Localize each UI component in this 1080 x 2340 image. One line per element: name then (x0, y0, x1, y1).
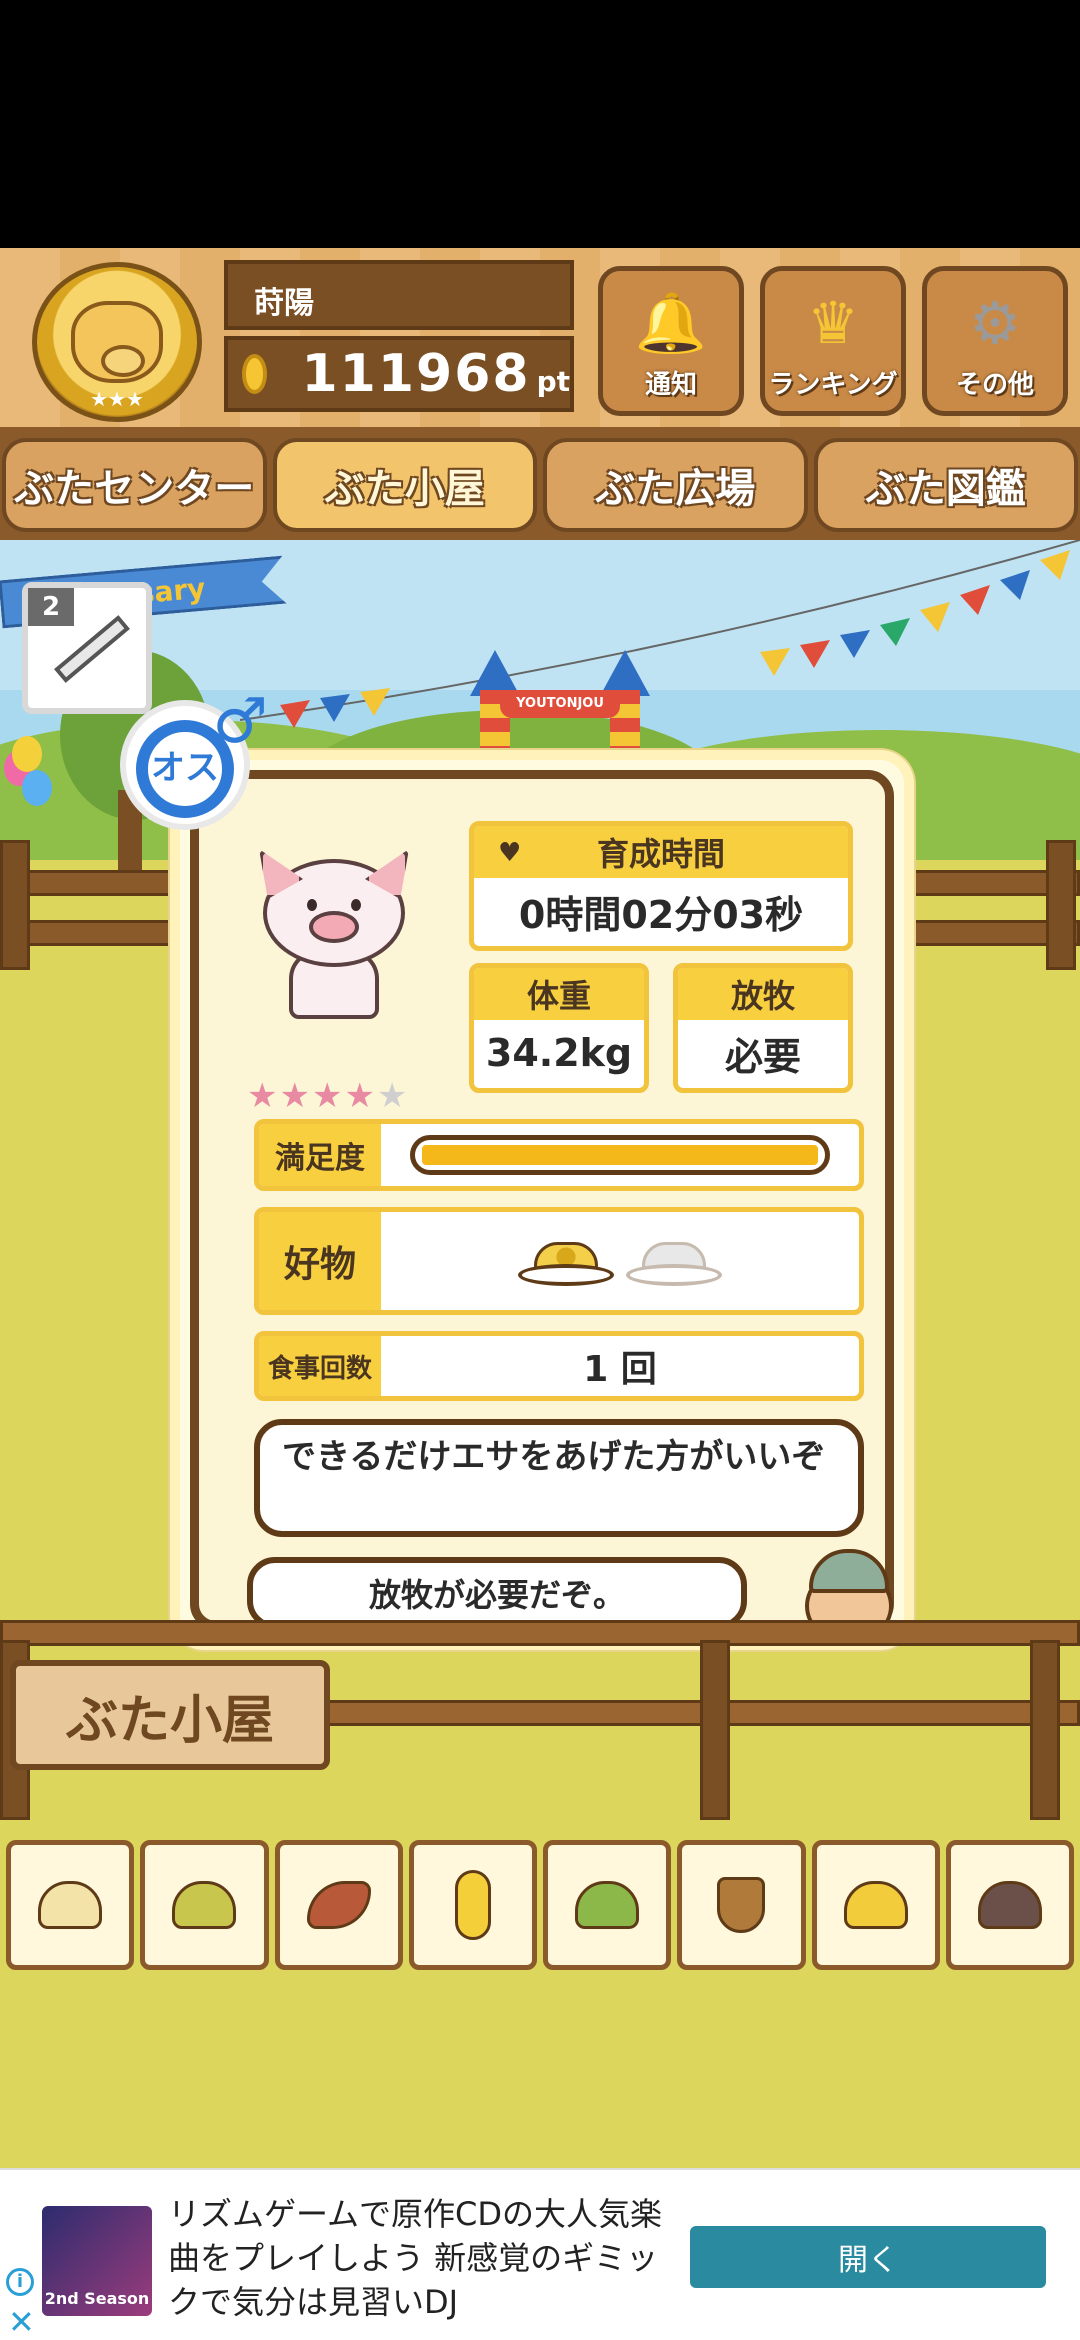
notification-button[interactable]: 🔔 通知 (598, 266, 744, 416)
header-bar: ★★★ 莳陽 111968 pt 🔔 通知 ♛ ランキング ⚙ その他 (0, 248, 1080, 433)
farm-scene: YOUTONJOU ...ersary 2 ★★★★★ (0, 540, 1080, 2170)
food-slot-sweet-potato[interactable] (274, 1840, 403, 1970)
balloon-icon (12, 736, 42, 772)
satisfaction-bar-fill (422, 1145, 818, 1165)
mixed-grain-icon (172, 1881, 237, 1929)
ad-banner[interactable]: 2nd Season リズムゲームで原作CDの大人気楽曲をプレイしよう 新感覚の… (0, 2168, 1080, 2340)
location-sign: ぶた小屋 (10, 1660, 330, 1770)
star-empty-icon: ★ (376, 1076, 410, 1116)
tab-buta-hiroba[interactable]: ぶた広場 (543, 438, 808, 532)
food-slot-corn[interactable] (408, 1840, 537, 1970)
medal-stars-icon: ★★★ (90, 387, 144, 411)
corn-dish-icon (843, 1881, 908, 1929)
tab-buta-goya[interactable]: ぶた小屋 (272, 438, 537, 532)
meal-count-value: 1 回 (583, 1349, 657, 1390)
weight-box: 体重 34.2kg (469, 963, 649, 1093)
grazing-value: 必要 (724, 1034, 801, 1079)
ad-close-icon[interactable]: ✕ (8, 2306, 35, 2338)
soybean-icon (38, 1881, 103, 1929)
status-bubble: 放牧が必要だぞ。 (247, 1557, 747, 1629)
bell-icon: 🔔 (634, 289, 708, 357)
corn-icon (454, 1870, 491, 1940)
pig-status-inner: ★★★★★ ♥ 育成時間 0時間02分03秒 体重 34.2kg 放牧 必要 満… (190, 770, 894, 1645)
ad-image[interactable]: 2nd Season (42, 2206, 152, 2316)
pig-face-icon (71, 301, 163, 383)
heart-icon: ♥ (498, 838, 522, 868)
ad-open-button[interactable]: 開く (690, 2226, 1046, 2288)
food-slot-rice-ball-dish[interactable] (945, 1840, 1074, 1970)
crown-icon: ♛ (807, 289, 859, 357)
player-rank-medal[interactable]: ★★★ (32, 262, 202, 422)
pig-status-panel: ★★★★★ ♥ 育成時間 0時間02分03秒 体重 34.2kg 放牧 必要 満… (170, 750, 914, 1650)
hint-bubble: できるだけエサをあげた方がいいぞ (254, 1419, 864, 1537)
weight-value: 34.2kg (485, 1031, 633, 1075)
food-slot-corn-dish[interactable] (811, 1840, 940, 1970)
fence-post (700, 1640, 730, 1820)
other-button[interactable]: ⚙ その他 (922, 266, 1068, 416)
fence-post (1030, 1640, 1060, 1820)
fence-post (1046, 840, 1076, 970)
gate-sign: YOUTONJOU (500, 690, 620, 718)
gender-label: オス (151, 748, 219, 788)
coin-icon (242, 354, 268, 394)
meal-count-label: 食事回数 (259, 1336, 381, 1396)
balloon-icon (22, 770, 52, 806)
ranking-button[interactable]: ♛ ランキング (760, 266, 906, 416)
food-slot-mixed-grain[interactable] (140, 1840, 269, 1970)
sweet-potato-icon (306, 1881, 371, 1929)
weight-label: 体重 (474, 968, 644, 1020)
grazing-box: 放牧 必要 (673, 963, 853, 1093)
tab-buta-center[interactable]: ぶたセンター (2, 438, 267, 532)
satisfaction-bar (410, 1135, 830, 1175)
corn-dish-icon (518, 1236, 614, 1286)
meal-count-row: 食事回数 1 回 (254, 1331, 864, 1401)
food-slot-acorn[interactable] (677, 1840, 806, 1970)
ad-text[interactable]: リズムゲームで原作CDの大人気楽曲をプレイしよう 新感覚のギミックで気分は見習い… (168, 2192, 668, 2324)
satisfaction-label: 満足度 (259, 1124, 381, 1186)
star-icon: ★★★★ (247, 1076, 377, 1116)
food-slot-leaf-beans[interactable] (543, 1840, 672, 1970)
leaf-beans-icon (575, 1881, 640, 1929)
pig-avatar[interactable] (259, 849, 409, 1019)
ad-info-icon[interactable]: i (6, 2268, 34, 2296)
rice-ball-dish-icon (977, 1881, 1042, 1929)
pig-rating-stars: ★★★★★ (247, 1076, 409, 1116)
points-value: 111968 (301, 344, 531, 404)
status-bar-area (0, 0, 1080, 248)
ranking-label: ランキング (768, 370, 898, 400)
acorn-icon (717, 1877, 766, 1933)
favorite-label: 好物 (259, 1212, 381, 1310)
points-display: 111968 pt (224, 336, 574, 412)
bunting-flags (240, 540, 1080, 728)
grazing-label: 放牧 (678, 968, 848, 1020)
other-label: その他 (955, 370, 1034, 400)
fence-rail (0, 1620, 1080, 1646)
male-arrow-icon: ♂ (212, 684, 268, 757)
notification-label: 通知 (644, 370, 697, 400)
rice-ball-dish-icon (626, 1236, 722, 1286)
gender-badge: オス ♂ (120, 690, 268, 830)
raising-time-label: 育成時間 (596, 835, 725, 873)
item-syringe-button[interactable]: 2 (22, 582, 152, 714)
fence-post (0, 840, 30, 970)
food-slot-soybean[interactable] (6, 1840, 135, 1970)
food-tray (0, 1840, 1080, 1970)
main-tabs: ぶたセンター ぶた小屋 ぶた広場 ぶた図鑑 (0, 432, 1080, 542)
satisfaction-row: 満足度 (254, 1119, 864, 1191)
favorite-food-row: 好物 (254, 1207, 864, 1315)
player-name: 莳陽 (224, 260, 574, 330)
gear-icon: ⚙ (969, 289, 1021, 357)
points-unit: pt (536, 364, 570, 398)
raising-time-value: 0時間02分03秒 (518, 892, 804, 937)
item-count-badge: 2 (28, 588, 74, 626)
tab-buta-zukan[interactable]: ぶた図鑑 (813, 438, 1078, 532)
raising-time-box: ♥ 育成時間 0時間02分03秒 (469, 821, 853, 951)
